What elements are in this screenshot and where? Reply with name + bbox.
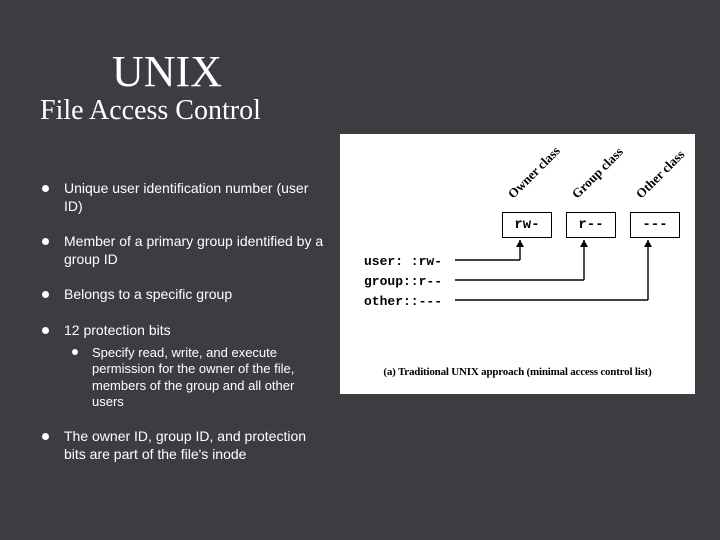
list-item-text: 12 protection bits — [64, 322, 171, 338]
permissions-diagram: Owner class Group class Other class rw- … — [340, 134, 695, 394]
page-title: UNIX — [112, 46, 261, 97]
page-subtitle: File Access Control — [40, 95, 261, 127]
owner-class-label: Owner class — [505, 143, 564, 202]
group-class-label: Group class — [569, 144, 627, 202]
list-item: 12 protection bits Specify read, write, … — [36, 322, 326, 411]
list-item: Unique user identification number (user … — [36, 180, 326, 215]
list-item: Member of a primary group identified by … — [36, 233, 326, 268]
sub-list-item: Specify read, write, and execute permiss… — [64, 345, 326, 410]
permission-boxes-row: rw- r-- --- — [502, 212, 680, 238]
perm-box-group: r-- — [566, 212, 616, 238]
title-block: UNIX File Access Control — [40, 46, 261, 127]
arrow-connectors — [340, 238, 695, 313]
bullet-content: Unique user identification number (user … — [36, 180, 326, 481]
list-item: The owner ID, group ID, and protection b… — [36, 428, 326, 463]
diagram-caption: (a) Traditional UNIX approach (minimal a… — [340, 366, 695, 378]
list-item: Belongs to a specific group — [36, 286, 326, 304]
other-class-label: Other class — [633, 147, 688, 202]
perm-box-owner: rw- — [502, 212, 552, 238]
perm-box-other: --- — [630, 212, 680, 238]
